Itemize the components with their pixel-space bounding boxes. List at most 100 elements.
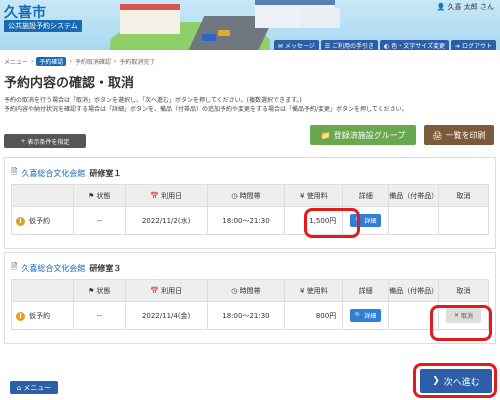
breadcrumb-menu[interactable]: メニュー xyxy=(4,57,28,66)
reservation-section: 🗎 久喜総合文化会館 研修室３ ⚑ 状態 📅 利用日 ◷ 時間帯 ¥ 使用料 詳… xyxy=(4,252,496,344)
next-label: 次へ進む xyxy=(443,377,480,388)
flag-icon: ⚑ xyxy=(88,286,95,295)
header-date: 📅 利用日 xyxy=(124,279,208,302)
breadcrumb-separator: › xyxy=(69,58,72,65)
header-date: 📅 利用日 xyxy=(124,184,208,207)
breadcrumb-step: 予約取消完了 xyxy=(119,59,156,66)
header-status: ⚑ 状態 xyxy=(72,279,126,302)
dash-cell: -- xyxy=(72,206,126,235)
reservation-table: ⚑ 状態 📅 利用日 ◷ 時間帯 ¥ 使用料 詳細 備品（付帯品） 取消 ! 仮予… xyxy=(11,184,489,235)
equipment-cell xyxy=(388,206,440,235)
cancel-button[interactable]: ✕ 取消 xyxy=(445,308,482,323)
breadcrumb-step: 予約取消確認 xyxy=(74,59,111,66)
palette-icon: ◐ xyxy=(384,43,390,50)
description-line: 予約の取消を行う場合は「取消」ボタンを選択し、「次へ進む」ボタンを押してください… xyxy=(4,97,302,104)
header-blank xyxy=(11,279,74,302)
header-cancel: 取消 xyxy=(438,184,489,207)
header-status: ⚑ 状態 xyxy=(72,184,126,207)
breadcrumb-separator: › xyxy=(31,58,34,65)
guide-button[interactable]: ☰ ご利用の手引き xyxy=(320,40,379,50)
header-illustration-car xyxy=(218,30,230,36)
cancel-cell: ✕ 取消 xyxy=(438,301,489,330)
header-fee: ¥ 使用料 xyxy=(284,184,344,207)
menu-label: メニュー xyxy=(23,383,52,392)
table-header-row: ⚑ 状態 📅 利用日 ◷ 時間帯 ¥ 使用料 詳細 備品（付帯品） 取消 xyxy=(11,279,489,302)
show-filters-button[interactable]: + 表示条件を指定 xyxy=(4,134,86,148)
header-fee-label: 使用料 xyxy=(306,191,328,200)
reservation-section: 🗎 久喜総合文化会館 研修室１ ⚑ 状態 📅 利用日 ◷ 時間帯 ¥ 使用料 詳… xyxy=(4,157,496,249)
detail-label: 詳細 xyxy=(364,218,377,225)
print-list-button[interactable]: 🖨 一覧を印刷 xyxy=(424,125,494,145)
fee-cell: 1,500円 xyxy=(284,206,344,235)
user-icon: 👤 xyxy=(436,3,446,11)
print-list-label: 一覧を印刷 xyxy=(445,130,486,140)
flag-icon: ⚑ xyxy=(88,191,95,200)
dash-cell: -- xyxy=(72,301,126,330)
clock-icon: ◷ xyxy=(231,286,238,295)
table-header-row: ⚑ 状態 📅 利用日 ◷ 時間帯 ¥ 使用料 詳細 備品（付帯品） 取消 xyxy=(11,184,489,207)
document-icon: 🗎 xyxy=(11,262,18,271)
color-size-button[interactable]: ◐ 色・文字サイズ変更 xyxy=(380,40,450,50)
header-status-label: 状態 xyxy=(96,286,111,295)
fee-cell: 800円 xyxy=(284,301,344,330)
date-cell: 2022/11/2(水) xyxy=(124,206,208,235)
header-status-label: 状態 xyxy=(96,191,111,200)
calendar-icon: 📅 xyxy=(150,191,159,200)
cancel-label: 取消 xyxy=(461,313,474,320)
chevron-right-icon: ❯ xyxy=(432,376,440,386)
message-button[interactable]: ✉ メッセージ xyxy=(273,40,319,50)
table-row: ! 仮予約 -- 2022/11/2(水) 18:00～21:30 1,500円 … xyxy=(11,206,489,235)
detail-cell: 🔍 詳細 xyxy=(342,301,390,330)
warning-icon: ! xyxy=(16,311,25,321)
room-name: 研修室３ xyxy=(89,263,122,273)
header-equipment: 備品（付帯品） xyxy=(388,184,440,207)
table-row: ! 仮予約 -- 2022/11/4(金) 18:00～21:30 800円 🔍 詳… xyxy=(11,301,489,330)
status-text: 仮予約 xyxy=(29,311,50,320)
facility-heading: 🗎 久喜総合文化会館 研修室３ xyxy=(11,261,121,275)
header-illustration-building xyxy=(120,4,180,34)
city-title: 久喜市 xyxy=(4,5,46,21)
facility-heading: 🗎 久喜総合文化会館 研修室１ xyxy=(11,166,121,180)
search-icon: 🔍 xyxy=(354,312,363,319)
message-icon: ✉ xyxy=(277,43,283,50)
user-name-text: 久喜 太郎 さん xyxy=(447,3,494,11)
date-cell: 2022/11/4(金) xyxy=(124,301,208,330)
header-fee: ¥ 使用料 xyxy=(284,279,344,302)
header-banner: 久喜市 公共施設予約システム 👤 久喜 太郎 さん ✉ メッセージ ☰ ご利用の… xyxy=(0,0,500,50)
header-time-label: 時間帯 xyxy=(239,286,261,295)
next-button[interactable]: ❯ 次へ進む xyxy=(420,369,492,393)
breadcrumb-separator: › xyxy=(113,58,117,65)
detail-label: 詳細 xyxy=(364,313,377,320)
breadcrumb-current: 予約確認 xyxy=(36,57,67,66)
facility-name[interactable]: 久喜総合文化会館 xyxy=(21,168,85,179)
status-text: 仮予約 xyxy=(29,216,50,225)
header-button-group: ✉ メッセージ ☰ ご利用の手引き ◐ 色・文字サイズ変更 ➔ ログアウト xyxy=(273,40,496,50)
header-date-label: 利用日 xyxy=(161,286,183,295)
cancel-cell xyxy=(438,206,489,235)
system-name-badge: 公共施設予約システム xyxy=(4,20,82,32)
time-cell: 18:00～21:30 xyxy=(206,206,286,235)
room-name: 研修室１ xyxy=(89,168,122,178)
printer-icon: 🖨 xyxy=(432,130,443,140)
detail-cell: 🔍 詳細 xyxy=(342,206,390,235)
page-title: 予約内容の確認・取消 xyxy=(4,76,135,91)
header-fee-label: 使用料 xyxy=(306,286,328,295)
detail-button[interactable]: 🔍 詳細 xyxy=(349,214,382,227)
header-illustration-car xyxy=(202,34,216,41)
header-time: ◷ 時間帯 xyxy=(206,279,286,302)
menu-button[interactable]: ⌂ メニュー xyxy=(10,381,58,394)
facility-name[interactable]: 久喜総合文化会館 xyxy=(21,263,85,274)
status-cell: ! 仮予約 xyxy=(11,301,74,330)
detail-button[interactable]: 🔍 詳細 xyxy=(349,309,382,322)
header-detail: 詳細 xyxy=(342,184,390,207)
header-time-label: 時間帯 xyxy=(239,191,261,200)
registered-group-button[interactable]: 📁 登録済施設グループ xyxy=(310,125,416,145)
logout-button[interactable]: ➔ ログアウト xyxy=(451,40,496,50)
logout-icon: ➔ xyxy=(455,43,461,50)
clock-icon: ◷ xyxy=(231,191,238,200)
status-cell: ! 仮予約 xyxy=(11,206,74,235)
user-name: 👤 久喜 太郎 さん xyxy=(437,2,494,12)
time-cell: 18:00～21:30 xyxy=(206,301,286,330)
equipment-cell xyxy=(388,301,440,330)
breadcrumb: メニュー › 予約確認 › 予約取消確認 › 予約取消完了 xyxy=(4,57,155,66)
